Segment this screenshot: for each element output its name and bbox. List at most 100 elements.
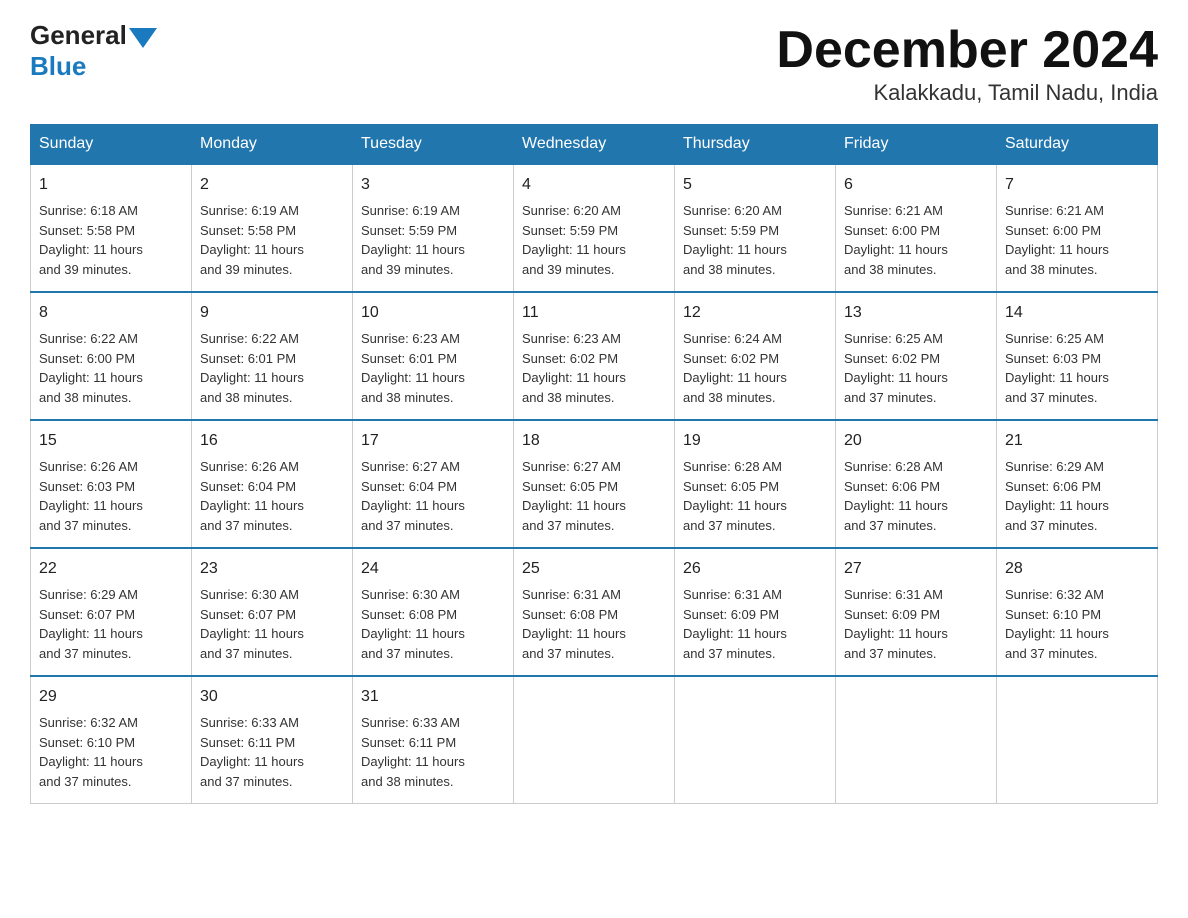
day-info: Sunrise: 6:23 AMSunset: 6:01 PMDaylight:… bbox=[361, 331, 465, 405]
calendar-cell: 19 Sunrise: 6:28 AMSunset: 6:05 PMDaylig… bbox=[675, 420, 836, 548]
day-info: Sunrise: 6:31 AMSunset: 6:09 PMDaylight:… bbox=[683, 587, 787, 661]
calendar-cell: 3 Sunrise: 6:19 AMSunset: 5:59 PMDayligh… bbox=[353, 164, 514, 292]
day-info: Sunrise: 6:20 AMSunset: 5:59 PMDaylight:… bbox=[683, 203, 787, 277]
day-number: 24 bbox=[361, 557, 505, 581]
day-number: 18 bbox=[522, 429, 666, 453]
day-number: 4 bbox=[522, 173, 666, 197]
day-number: 20 bbox=[844, 429, 988, 453]
calendar-cell: 18 Sunrise: 6:27 AMSunset: 6:05 PMDaylig… bbox=[514, 420, 675, 548]
day-number: 17 bbox=[361, 429, 505, 453]
calendar-row: 29 Sunrise: 6:32 AMSunset: 6:10 PMDaylig… bbox=[31, 676, 1158, 804]
day-number: 29 bbox=[39, 685, 183, 709]
header-row: Sunday Monday Tuesday Wednesday Thursday… bbox=[31, 125, 1158, 165]
day-number: 27 bbox=[844, 557, 988, 581]
day-number: 11 bbox=[522, 301, 666, 325]
day-number: 13 bbox=[844, 301, 988, 325]
day-number: 14 bbox=[1005, 301, 1149, 325]
day-info: Sunrise: 6:27 AMSunset: 6:04 PMDaylight:… bbox=[361, 459, 465, 533]
col-thursday: Thursday bbox=[675, 125, 836, 165]
day-number: 26 bbox=[683, 557, 827, 581]
day-info: Sunrise: 6:22 AMSunset: 6:00 PMDaylight:… bbox=[39, 331, 143, 405]
day-number: 16 bbox=[200, 429, 344, 453]
day-info: Sunrise: 6:29 AMSunset: 6:06 PMDaylight:… bbox=[1005, 459, 1109, 533]
calendar-cell bbox=[836, 676, 997, 804]
day-number: 3 bbox=[361, 173, 505, 197]
calendar-cell: 7 Sunrise: 6:21 AMSunset: 6:00 PMDayligh… bbox=[997, 164, 1158, 292]
calendar-cell: 16 Sunrise: 6:26 AMSunset: 6:04 PMDaylig… bbox=[192, 420, 353, 548]
calendar-cell: 24 Sunrise: 6:30 AMSunset: 6:08 PMDaylig… bbox=[353, 548, 514, 676]
col-tuesday: Tuesday bbox=[353, 125, 514, 165]
col-sunday: Sunday bbox=[31, 125, 192, 165]
calendar-cell: 27 Sunrise: 6:31 AMSunset: 6:09 PMDaylig… bbox=[836, 548, 997, 676]
col-friday: Friday bbox=[836, 125, 997, 165]
calendar-row: 22 Sunrise: 6:29 AMSunset: 6:07 PMDaylig… bbox=[31, 548, 1158, 676]
day-number: 12 bbox=[683, 301, 827, 325]
day-info: Sunrise: 6:23 AMSunset: 6:02 PMDaylight:… bbox=[522, 331, 626, 405]
calendar-cell: 25 Sunrise: 6:31 AMSunset: 6:08 PMDaylig… bbox=[514, 548, 675, 676]
day-info: Sunrise: 6:21 AMSunset: 6:00 PMDaylight:… bbox=[844, 203, 948, 277]
col-monday: Monday bbox=[192, 125, 353, 165]
calendar-cell: 9 Sunrise: 6:22 AMSunset: 6:01 PMDayligh… bbox=[192, 292, 353, 420]
day-info: Sunrise: 6:22 AMSunset: 6:01 PMDaylight:… bbox=[200, 331, 304, 405]
calendar-cell: 30 Sunrise: 6:33 AMSunset: 6:11 PMDaylig… bbox=[192, 676, 353, 804]
calendar-table: Sunday Monday Tuesday Wednesday Thursday… bbox=[30, 124, 1158, 804]
calendar-cell: 23 Sunrise: 6:30 AMSunset: 6:07 PMDaylig… bbox=[192, 548, 353, 676]
day-number: 10 bbox=[361, 301, 505, 325]
day-number: 1 bbox=[39, 173, 183, 197]
day-info: Sunrise: 6:33 AMSunset: 6:11 PMDaylight:… bbox=[200, 715, 304, 789]
day-info: Sunrise: 6:19 AMSunset: 5:59 PMDaylight:… bbox=[361, 203, 465, 277]
calendar-cell: 10 Sunrise: 6:23 AMSunset: 6:01 PMDaylig… bbox=[353, 292, 514, 420]
day-number: 23 bbox=[200, 557, 344, 581]
day-number: 30 bbox=[200, 685, 344, 709]
day-info: Sunrise: 6:31 AMSunset: 6:09 PMDaylight:… bbox=[844, 587, 948, 661]
calendar-cell: 4 Sunrise: 6:20 AMSunset: 5:59 PMDayligh… bbox=[514, 164, 675, 292]
calendar-cell: 21 Sunrise: 6:29 AMSunset: 6:06 PMDaylig… bbox=[997, 420, 1158, 548]
day-info: Sunrise: 6:26 AMSunset: 6:03 PMDaylight:… bbox=[39, 459, 143, 533]
calendar-cell: 13 Sunrise: 6:25 AMSunset: 6:02 PMDaylig… bbox=[836, 292, 997, 420]
logo-general-text: General bbox=[30, 20, 127, 51]
page-header: General Blue December 2024 Kalakkadu, Ta… bbox=[30, 20, 1158, 106]
calendar-cell: 22 Sunrise: 6:29 AMSunset: 6:07 PMDaylig… bbox=[31, 548, 192, 676]
day-number: 6 bbox=[844, 173, 988, 197]
calendar-cell bbox=[675, 676, 836, 804]
calendar-cell bbox=[997, 676, 1158, 804]
calendar-cell: 2 Sunrise: 6:19 AMSunset: 5:58 PMDayligh… bbox=[192, 164, 353, 292]
day-info: Sunrise: 6:28 AMSunset: 6:05 PMDaylight:… bbox=[683, 459, 787, 533]
day-number: 31 bbox=[361, 685, 505, 709]
day-number: 22 bbox=[39, 557, 183, 581]
day-info: Sunrise: 6:25 AMSunset: 6:03 PMDaylight:… bbox=[1005, 331, 1109, 405]
calendar-cell: 11 Sunrise: 6:23 AMSunset: 6:02 PMDaylig… bbox=[514, 292, 675, 420]
day-info: Sunrise: 6:32 AMSunset: 6:10 PMDaylight:… bbox=[39, 715, 143, 789]
day-info: Sunrise: 6:24 AMSunset: 6:02 PMDaylight:… bbox=[683, 331, 787, 405]
calendar-cell: 31 Sunrise: 6:33 AMSunset: 6:11 PMDaylig… bbox=[353, 676, 514, 804]
day-number: 2 bbox=[200, 173, 344, 197]
logo-triangle-icon bbox=[129, 28, 157, 48]
day-number: 25 bbox=[522, 557, 666, 581]
day-info: Sunrise: 6:25 AMSunset: 6:02 PMDaylight:… bbox=[844, 331, 948, 405]
title-block: December 2024 Kalakkadu, Tamil Nadu, Ind… bbox=[776, 20, 1158, 106]
logo-blue-text: Blue bbox=[30, 51, 86, 82]
day-info: Sunrise: 6:27 AMSunset: 6:05 PMDaylight:… bbox=[522, 459, 626, 533]
calendar-cell: 28 Sunrise: 6:32 AMSunset: 6:10 PMDaylig… bbox=[997, 548, 1158, 676]
day-info: Sunrise: 6:21 AMSunset: 6:00 PMDaylight:… bbox=[1005, 203, 1109, 277]
calendar-row: 15 Sunrise: 6:26 AMSunset: 6:03 PMDaylig… bbox=[31, 420, 1158, 548]
calendar-cell: 15 Sunrise: 6:26 AMSunset: 6:03 PMDaylig… bbox=[31, 420, 192, 548]
calendar-cell: 12 Sunrise: 6:24 AMSunset: 6:02 PMDaylig… bbox=[675, 292, 836, 420]
calendar-cell: 20 Sunrise: 6:28 AMSunset: 6:06 PMDaylig… bbox=[836, 420, 997, 548]
logo: General Blue bbox=[30, 20, 157, 82]
day-number: 5 bbox=[683, 173, 827, 197]
day-number: 15 bbox=[39, 429, 183, 453]
calendar-cell: 1 Sunrise: 6:18 AMSunset: 5:58 PMDayligh… bbox=[31, 164, 192, 292]
day-number: 9 bbox=[200, 301, 344, 325]
col-wednesday: Wednesday bbox=[514, 125, 675, 165]
calendar-row: 8 Sunrise: 6:22 AMSunset: 6:00 PMDayligh… bbox=[31, 292, 1158, 420]
col-saturday: Saturday bbox=[997, 125, 1158, 165]
day-info: Sunrise: 6:32 AMSunset: 6:10 PMDaylight:… bbox=[1005, 587, 1109, 661]
page-subtitle: Kalakkadu, Tamil Nadu, India bbox=[776, 80, 1158, 106]
calendar-cell: 29 Sunrise: 6:32 AMSunset: 6:10 PMDaylig… bbox=[31, 676, 192, 804]
day-number: 19 bbox=[683, 429, 827, 453]
calendar-cell: 14 Sunrise: 6:25 AMSunset: 6:03 PMDaylig… bbox=[997, 292, 1158, 420]
page-title: December 2024 bbox=[776, 20, 1158, 80]
calendar-cell: 5 Sunrise: 6:20 AMSunset: 5:59 PMDayligh… bbox=[675, 164, 836, 292]
day-number: 28 bbox=[1005, 557, 1149, 581]
